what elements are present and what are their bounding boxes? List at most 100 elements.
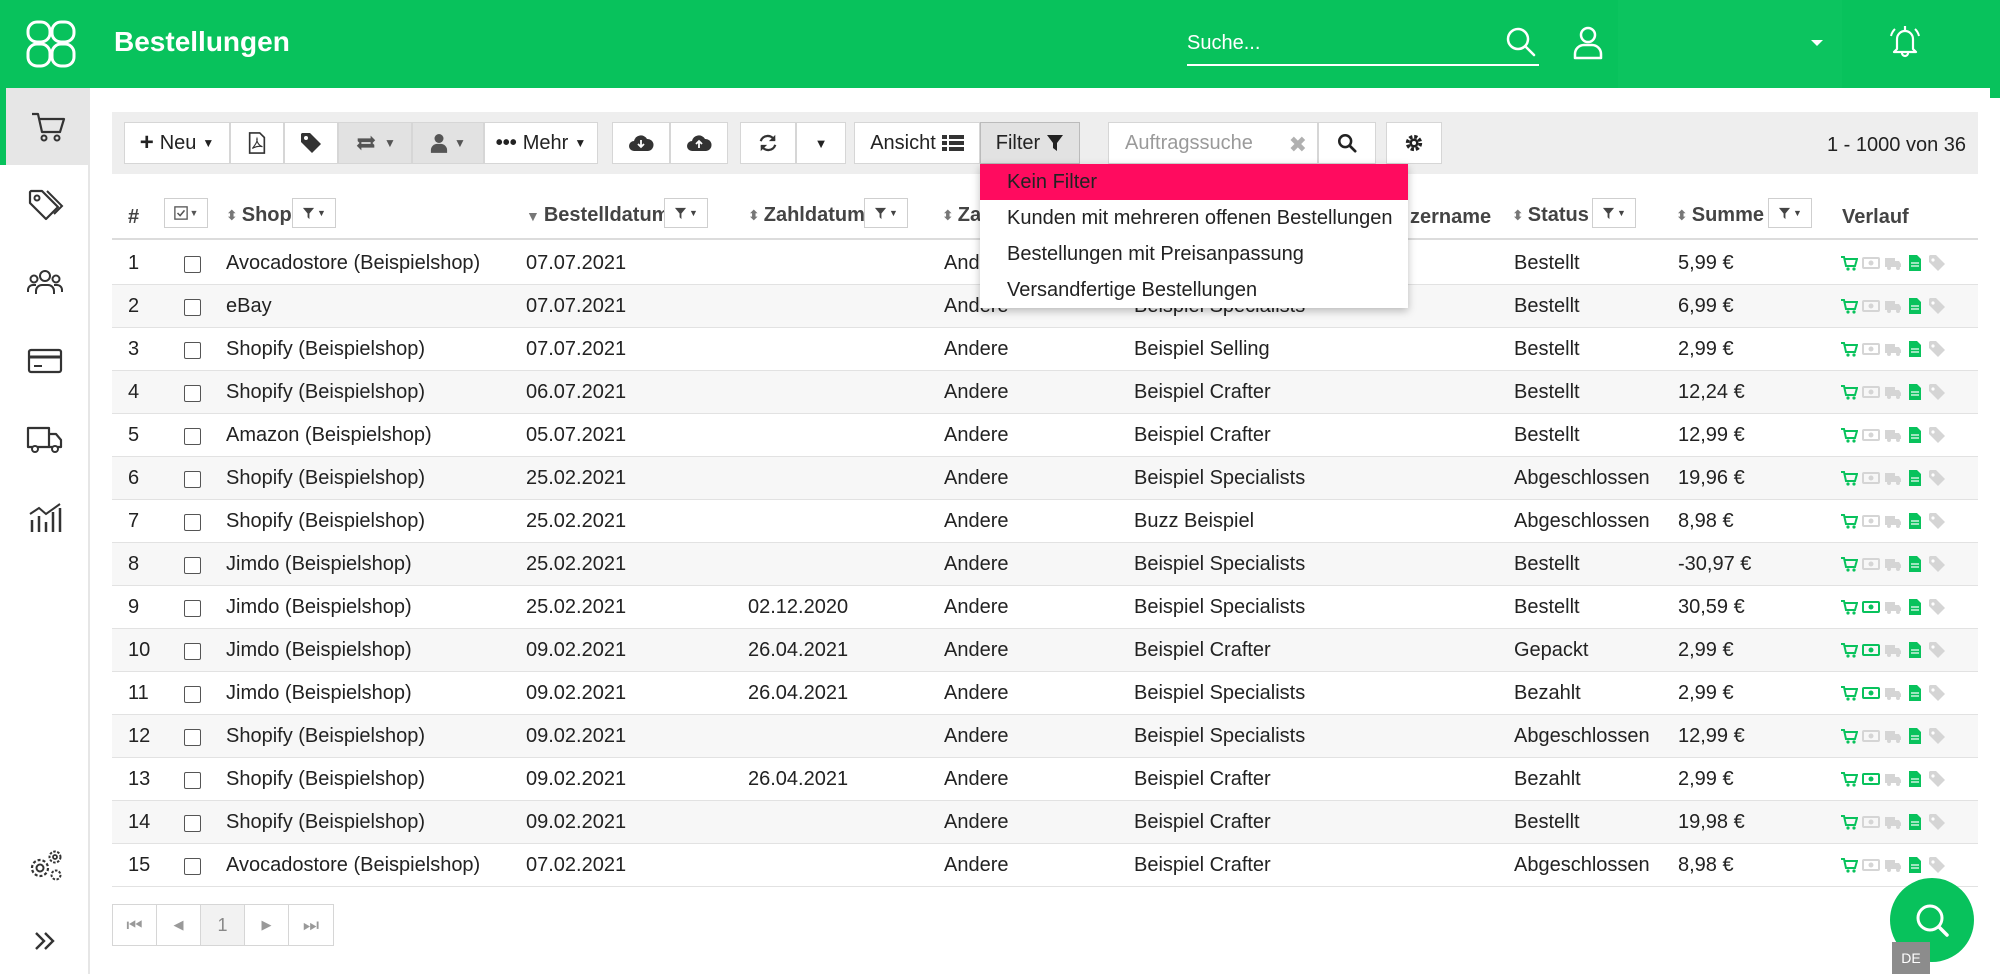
- row-checkbox[interactable]: [184, 428, 201, 445]
- language-badge[interactable]: DE: [1892, 942, 1930, 974]
- first-page-button[interactable]: ⏮: [113, 905, 157, 945]
- sidebar-item-customers[interactable]: [0, 244, 89, 321]
- col-shop[interactable]: ⬍ Shop: [226, 204, 292, 227]
- truck-icon: [1885, 645, 1901, 657]
- col-status[interactable]: ⬍ Status: [1512, 204, 1589, 227]
- chevron-down-icon[interactable]: [1810, 38, 1824, 48]
- users-icon: [26, 269, 63, 294]
- cell-payment-method: Andere: [944, 381, 1009, 403]
- order-search-button[interactable]: [1318, 122, 1376, 164]
- row-checkbox[interactable]: [184, 557, 201, 574]
- search-icon[interactable]: [1505, 26, 1537, 58]
- app-logo[interactable]: [26, 20, 76, 68]
- global-search-input[interactable]: [1187, 28, 1487, 58]
- row-checkbox[interactable]: [184, 643, 201, 660]
- tag-icon: [1929, 384, 1945, 400]
- bell-icon[interactable]: [1886, 22, 1924, 60]
- row-checkbox[interactable]: [184, 342, 201, 359]
- sidebar-item-shipping[interactable]: [0, 400, 89, 477]
- order-search-input[interactable]: [1125, 132, 1285, 155]
- col-pay-date[interactable]: ⬍ Zahldatum: [748, 204, 865, 227]
- filter-option-price-adjustment[interactable]: Bestellungen mit Preisanpassung: [980, 236, 1408, 272]
- cell-status: Abgeschlossen: [1514, 725, 1650, 747]
- table-row[interactable]: 14 Shopify (Beispielshop) 09.02.2021 Andere…: [112, 801, 1978, 844]
- table-row[interactable]: 12 Shopify (Beispielshop) 09.02.2021 Andere…: [112, 715, 1978, 758]
- settings-button[interactable]: [1386, 122, 1442, 164]
- cell-order-date: 25.02.2021: [526, 510, 627, 532]
- select-all-button[interactable]: ▼: [164, 198, 208, 228]
- row-checkbox[interactable]: [184, 858, 201, 875]
- row-checkbox[interactable]: [184, 772, 201, 789]
- table-row[interactable]: 6 Shopify (Beispielshop) 25.02.2021 Andere B…: [112, 457, 1978, 500]
- last-page-button[interactable]: ⏭: [289, 905, 333, 945]
- row-checkbox[interactable]: [184, 385, 201, 402]
- filter-shop-button[interactable]: ▼: [292, 198, 336, 228]
- sidebar-item-payments[interactable]: [0, 322, 89, 399]
- table-row[interactable]: 5 Amazon (Beispielshop) 05.07.2021 Andere Be…: [112, 414, 1978, 457]
- col-sum[interactable]: ⬍ Summe: [1676, 204, 1764, 227]
- filter-option-none[interactable]: Kein Filter: [980, 164, 1408, 200]
- table-row[interactable]: 9 Jimdo (Beispielshop) 25.02.2021 02.12.202…: [112, 586, 1978, 629]
- cloud-upload-button[interactable]: [670, 122, 728, 164]
- table-row[interactable]: 4 Shopify (Beispielshop) 06.07.2021 Andere B…: [112, 371, 1978, 414]
- row-checkbox[interactable]: [184, 256, 201, 273]
- filter-button[interactable]: Filter: [980, 122, 1080, 164]
- refresh-options-button[interactable]: ▼: [796, 122, 846, 164]
- customer-button[interactable]: ▼: [412, 122, 484, 164]
- cell-sum: 5,99 €: [1678, 252, 1734, 274]
- cart-icon: [1841, 471, 1858, 486]
- history-icons: [1840, 340, 1946, 358]
- document-icon: [1909, 384, 1921, 400]
- sidebar-item-products[interactable]: [0, 166, 89, 243]
- table-row[interactable]: 15 Avocadostore (Beispielshop) 07.02.2021 A…: [112, 844, 1978, 887]
- document-icon: [1909, 685, 1921, 701]
- filter-status-button[interactable]: ▼: [1592, 198, 1636, 228]
- row-checkbox[interactable]: [184, 471, 201, 488]
- sidebar-item-orders[interactable]: [0, 88, 89, 165]
- retoure-button[interactable]: ▼: [338, 122, 412, 164]
- account-selector[interactable]: [1618, 0, 1842, 88]
- sidebar-item-statistics[interactable]: [0, 478, 89, 555]
- cell-username: Beispiel Crafter: [1134, 424, 1271, 446]
- label-button[interactable]: [284, 122, 338, 164]
- cell-shop: Shopify (Beispielshop): [226, 768, 425, 790]
- table-row[interactable]: 8 Jimdo (Beispielshop) 25.02.2021 Andere Bei…: [112, 543, 1978, 586]
- sidebar-item-settings[interactable]: [0, 826, 89, 903]
- filter-sum-button[interactable]: ▼: [1768, 198, 1812, 228]
- user-icon[interactable]: [1572, 26, 1604, 60]
- new-button[interactable]: + Neu ▼: [124, 122, 230, 164]
- col-payment-method[interactable]: ⬍ Za: [942, 204, 981, 227]
- filter-option-ready-to-ship[interactable]: Versandfertige Bestellungen: [980, 272, 1408, 308]
- row-checkbox[interactable]: [184, 815, 201, 832]
- clear-icon[interactable]: ✖: [1289, 132, 1307, 158]
- row-checkbox[interactable]: [184, 514, 201, 531]
- sidebar-expand[interactable]: [0, 902, 89, 979]
- col-username[interactable]: zername: [1410, 206, 1491, 229]
- cell-status: Bestellt: [1514, 424, 1580, 446]
- col-order-date[interactable]: ▼ Bestelldatum: [526, 204, 669, 227]
- row-checkbox[interactable]: [184, 729, 201, 746]
- refresh-button[interactable]: [740, 122, 796, 164]
- cell-number: 7: [128, 510, 140, 532]
- prev-page-button[interactable]: ◀: [157, 905, 201, 945]
- filter-pay-date-button[interactable]: ▼: [864, 198, 908, 228]
- table-row[interactable]: 10 Jimdo (Beispielshop) 09.02.2021 26.04.20…: [112, 629, 1978, 672]
- more-button[interactable]: ••• Mehr ▼: [484, 122, 598, 164]
- next-page-button[interactable]: ▶: [245, 905, 289, 945]
- table-row[interactable]: 11 Jimdo (Beispielshop) 09.02.2021 26.04.20…: [112, 672, 1978, 715]
- table-row[interactable]: 3 Shopify (Beispielshop) 07.07.2021 Andere B…: [112, 328, 1978, 371]
- row-checkbox[interactable]: [184, 299, 201, 316]
- table-row[interactable]: 13 Shopify (Beispielshop) 09.02.2021 26.04.…: [112, 758, 1978, 801]
- cloud-download-button[interactable]: [612, 122, 670, 164]
- cell-payment-method: Andere: [944, 553, 1009, 575]
- pdf-button[interactable]: [230, 122, 284, 164]
- filter-order-date-button[interactable]: ▼: [664, 198, 708, 228]
- current-page[interactable]: 1: [201, 905, 245, 945]
- cell-username: Beispiel Crafter: [1134, 811, 1271, 833]
- table-row[interactable]: 7 Shopify (Beispielshop) 25.02.2021 Andere B…: [112, 500, 1978, 543]
- filter-option-multiple-open[interactable]: Kunden mit mehreren offenen Bestellungen: [980, 200, 1408, 236]
- cell-status: Bestellt: [1514, 338, 1580, 360]
- view-button[interactable]: Ansicht: [854, 122, 980, 164]
- row-checkbox[interactable]: [184, 600, 201, 617]
- row-checkbox[interactable]: [184, 686, 201, 703]
